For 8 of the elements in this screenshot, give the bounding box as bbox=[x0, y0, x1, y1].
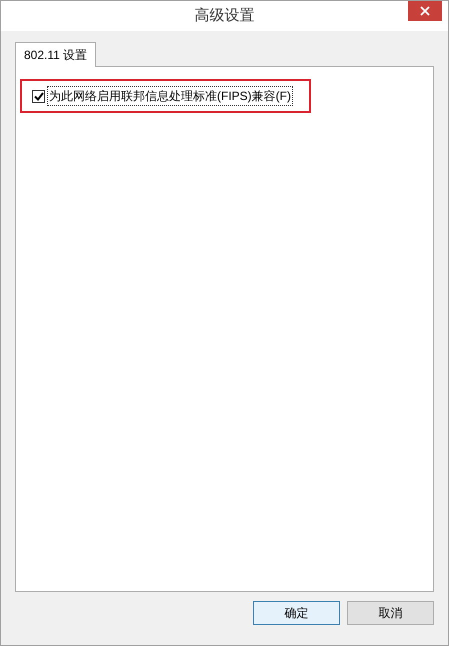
window-title: 高级设置 bbox=[194, 6, 254, 26]
close-icon bbox=[420, 6, 430, 16]
tab[interactable]: 802.11 设置 bbox=[15, 42, 96, 67]
checkbox[interactable] bbox=[32, 90, 45, 102]
dialog-button[interactable]: 确定 bbox=[253, 601, 340, 625]
dialog-button[interactable]: 取消 bbox=[347, 601, 434, 625]
check-icon bbox=[34, 92, 44, 100]
close-button[interactable] bbox=[408, 1, 442, 21]
